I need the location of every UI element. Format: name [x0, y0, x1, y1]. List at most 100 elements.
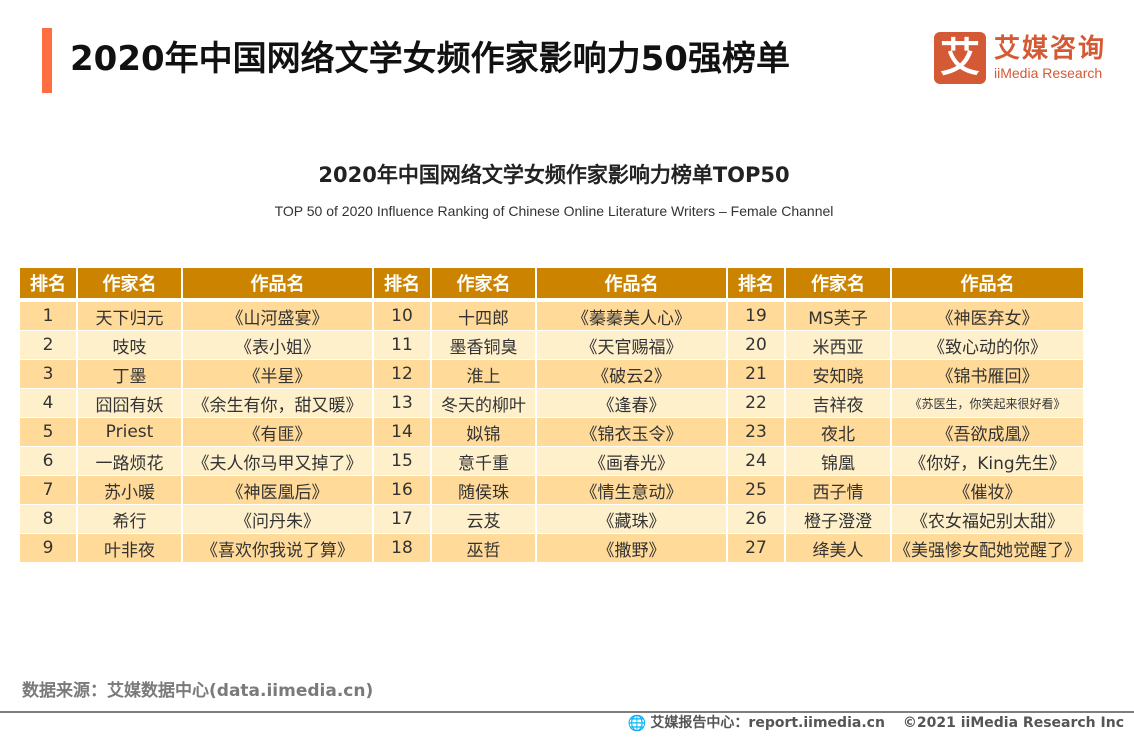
author-cell: 随侯珠 [432, 476, 537, 505]
work-cell: 《藏珠》 [537, 505, 728, 534]
table-row: 3 丁墨 《半星》 12 淮上 《破云2》 21 安知晓 《锦书雁回》 [20, 360, 1088, 389]
rank-cell: 11 [374, 331, 432, 360]
logo-name-en: iiMedia Research [994, 65, 1103, 81]
table-row: 8 希行 《问丹朱》 17 云芨 《藏珠》 26 橙子澄澄 《农女福妃别太甜》 [20, 505, 1088, 534]
author-cell: MS芙子 [786, 302, 892, 331]
work-cell: 《夫人你马甲又掉了》 [183, 447, 374, 476]
rank-cell: 3 [20, 360, 78, 389]
author-cell: 米西亚 [786, 331, 892, 360]
work-cell: 《半星》 [183, 360, 374, 389]
rank-cell: 22 [728, 389, 786, 418]
rank-cell: 6 [20, 447, 78, 476]
work-cell: 《蓁蓁美人心》 [537, 302, 728, 331]
column-header-work: 作品名 [183, 268, 374, 299]
author-cell: 囧囧有妖 [78, 389, 183, 418]
copyright: ©2021 iiMedia Research Inc [902, 715, 1124, 731]
table-row: 1 天下归元 《山河盛宴》 10 十四郎 《蓁蓁美人心》 19 MS芙子 《神医弃女》 [20, 302, 1088, 331]
iimedia-logo: 艾 艾媒咨询 iiMedia Research [934, 32, 1106, 84]
page-title: 2020年中国网络文学女频作家影响力50强榜单 [70, 39, 790, 79]
report-center-link[interactable]: 艾媒报告中心：report.iimedia.cn [650, 713, 885, 733]
work-cell: 《你好，King先生》 [892, 447, 1083, 476]
logo-mark-icon: 艾 [934, 32, 986, 84]
author-cell: 十四郎 [432, 302, 537, 331]
author-cell: 姒锦 [432, 418, 537, 447]
column-header-rank: 排名 [728, 268, 786, 299]
column-header-rank: 排名 [20, 268, 78, 299]
table-row: 6 一路烦花 《夫人你马甲又掉了》 15 意千重 《画春光》 24 锦凰 《你好，King先生》 [20, 447, 1088, 476]
column-header-work: 作品名 [892, 268, 1083, 299]
author-cell: 西子情 [786, 476, 892, 505]
author-cell: 云芨 [432, 505, 537, 534]
rank-cell: 15 [374, 447, 432, 476]
logo-text: 艾媒咨询 iiMedia Research [994, 34, 1106, 82]
author-cell: 锦凰 [786, 447, 892, 476]
rank-cell: 21 [728, 360, 786, 389]
table-row: 2 吱吱 《表小姐》 11 墨香铜臭 《天官赐福》 20 米西亚 《致心动的你》 [20, 331, 1088, 360]
rank-cell: 12 [374, 360, 432, 389]
work-cell: 《锦书雁回》 [892, 360, 1083, 389]
rank-cell: 26 [728, 505, 786, 534]
author-cell: 夜北 [786, 418, 892, 447]
rank-cell: 14 [374, 418, 432, 447]
rank-cell: 23 [728, 418, 786, 447]
table-header-row: 排名 作家名 作品名 排名 作家名 作品名 排名 作家名 作品名 [20, 268, 1088, 299]
work-cell: 《锦衣玉令》 [537, 418, 728, 447]
title-accent-bar [42, 28, 52, 93]
work-cell: 《神医弃女》 [892, 302, 1083, 331]
data-source: 数据来源：艾媒数据中心(data.iimedia.cn) [22, 681, 374, 701]
author-cell: 苏小暖 [78, 476, 183, 505]
work-cell: 《神医凰后》 [183, 476, 374, 505]
column-header-author: 作家名 [432, 268, 537, 299]
author-cell: 淮上 [432, 360, 537, 389]
work-cell: 《山河盛宴》 [183, 302, 374, 331]
rank-cell: 17 [374, 505, 432, 534]
column-header-author: 作家名 [786, 268, 892, 299]
work-cell: 《问丹朱》 [183, 505, 374, 534]
work-cell: 《催妆》 [892, 476, 1083, 505]
author-cell: 巫哲 [432, 534, 537, 563]
rank-cell: 13 [374, 389, 432, 418]
column-header-author: 作家名 [78, 268, 183, 299]
work-cell: 《喜欢你我说了算》 [183, 534, 374, 563]
table-row: 7 苏小暖 《神医凰后》 16 随侯珠 《情生意动》 25 西子情 《催妆》 [20, 476, 1088, 505]
author-cell: 绛美人 [786, 534, 892, 563]
author-cell: 安知晓 [786, 360, 892, 389]
author-cell: 希行 [78, 505, 183, 534]
author-cell: 一路烦花 [78, 447, 183, 476]
author-cell: 叶非夜 [78, 534, 183, 563]
author-cell: 吉祥夜 [786, 389, 892, 418]
work-cell: 《画春光》 [537, 447, 728, 476]
rank-cell: 9 [20, 534, 78, 563]
work-cell: 《破云2》 [537, 360, 728, 389]
rank-cell: 20 [728, 331, 786, 360]
author-cell: 冬天的柳叶 [432, 389, 537, 418]
work-cell: 《情生意动》 [537, 476, 728, 505]
rank-cell: 16 [374, 476, 432, 505]
work-cell: 《天官赐福》 [537, 331, 728, 360]
rank-cell: 1 [20, 302, 78, 331]
rank-cell: 10 [374, 302, 432, 331]
work-cell: 《吾欲成凰》 [892, 418, 1083, 447]
footer: 🌐 艾媒报告中心：report.iimedia.cn ©2021 iiMedia… [628, 713, 1124, 733]
work-cell: 《余生有你，甜又暖》 [183, 389, 374, 418]
rank-cell: 25 [728, 476, 786, 505]
table-title: 2020年中国网络文学女频作家影响力榜单TOP50 [318, 163, 790, 187]
rank-cell: 7 [20, 476, 78, 505]
table-row: 9 叶非夜 《喜欢你我说了算》 18 巫哲 《撒野》 27 绛美人 《美强惨女配她觉醒了》 [20, 534, 1088, 563]
work-cell: 《撒野》 [537, 534, 728, 563]
column-header-work: 作品名 [537, 268, 728, 299]
work-cell: 《有匪》 [183, 418, 374, 447]
rank-cell: 8 [20, 505, 78, 534]
work-cell: 《逢春》 [537, 389, 728, 418]
rank-cell: 5 [20, 418, 78, 447]
column-header-rank: 排名 [374, 268, 432, 299]
author-cell: Priest [78, 418, 183, 447]
logo-name-cn: 艾媒咨询 [994, 34, 1107, 64]
work-cell: 《美强惨女配她觉醒了》 [892, 534, 1083, 563]
author-cell: 丁墨 [78, 360, 183, 389]
rank-cell: 2 [20, 331, 78, 360]
work-cell: 《苏医生，你笑起来很好看》 [892, 389, 1083, 418]
table-subtitle: TOP 50 of 2020 Influence Ranking of Chin… [274, 203, 834, 219]
rank-cell: 19 [728, 302, 786, 331]
table-row: 5 Priest 《有匪》 14 姒锦 《锦衣玉令》 23 夜北 《吾欲成凰》 [20, 418, 1088, 447]
